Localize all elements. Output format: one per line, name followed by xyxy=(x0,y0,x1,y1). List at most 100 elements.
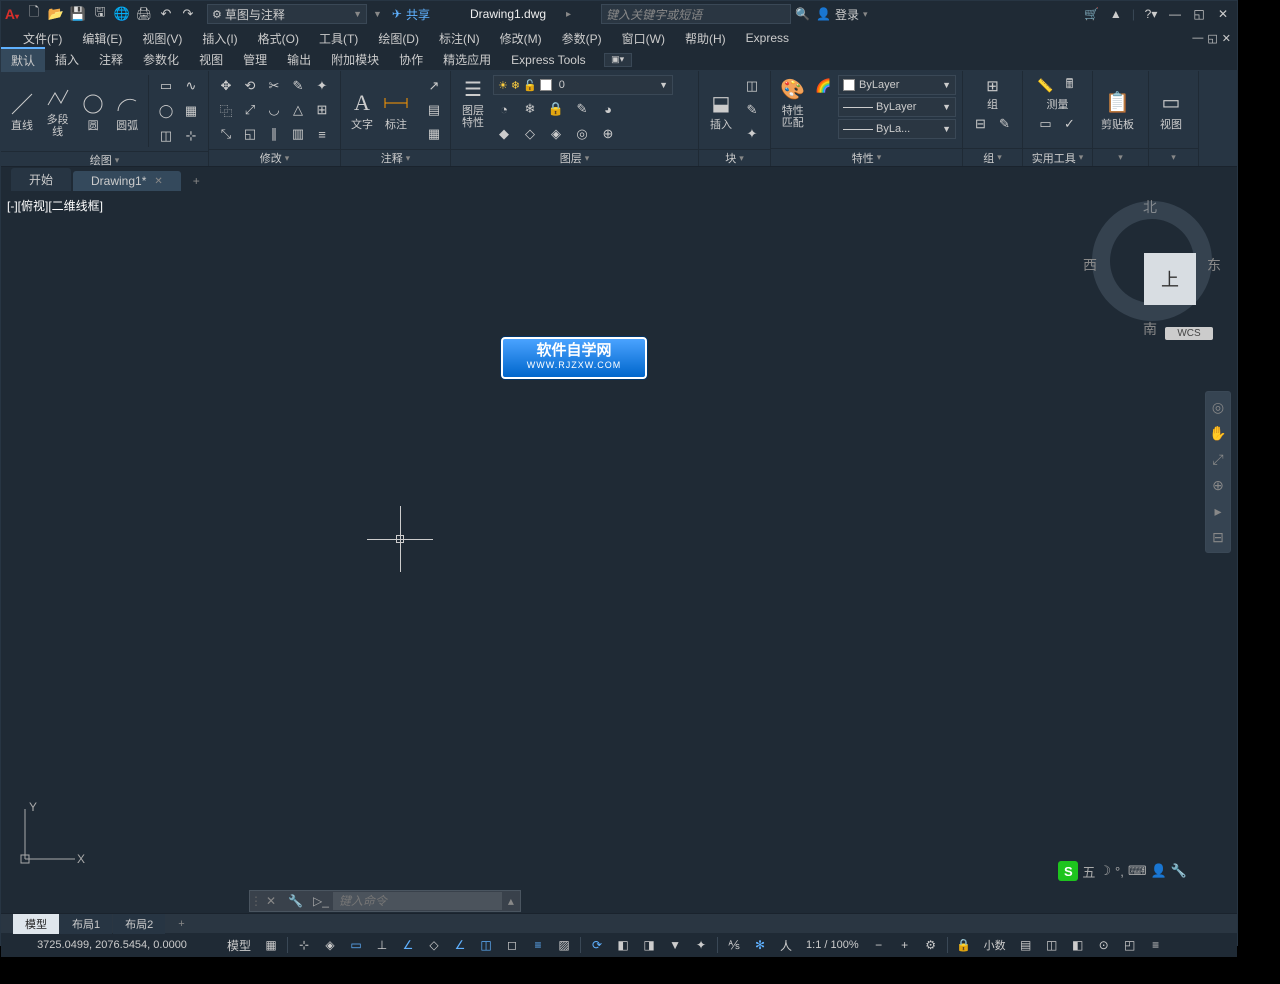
annoauto-toggle[interactable]: 人 xyxy=(776,936,796,954)
grid-icon[interactable]: ▥ xyxy=(287,123,309,145)
web-icon[interactable]: 🌐 xyxy=(113,5,131,23)
doc-minimize-icon[interactable]: — xyxy=(1192,32,1203,45)
array-icon[interactable]: ⊞ xyxy=(311,99,333,121)
steering-wheel-icon[interactable]: ◎ xyxy=(1209,398,1227,416)
menu-draw[interactable]: 绘图(D) xyxy=(368,28,429,49)
circle-button[interactable]: 圆 xyxy=(78,90,108,132)
rect-icon[interactable]: ▭ xyxy=(155,75,177,97)
zoom-icon[interactable]: ⤢ xyxy=(1209,450,1227,468)
cmd-handle-icon[interactable]: ⋮ xyxy=(250,894,260,908)
nav-more-icon[interactable]: ⊟ xyxy=(1209,528,1227,546)
customize-status-icon[interactable]: ≡ xyxy=(1146,936,1166,954)
clipboard-button[interactable]: 📋剪贴板 xyxy=(1099,89,1136,131)
dyninput-toggle[interactable]: ▭ xyxy=(346,936,366,954)
menu-tools[interactable]: 工具(T) xyxy=(309,28,368,49)
lineweight-selector[interactable]: ByLayer▼ xyxy=(838,97,956,117)
laymch-icon[interactable]: ✎ xyxy=(571,98,593,120)
layer-props-button[interactable]: ☰图层 特性 xyxy=(457,75,489,129)
lwt-toggle[interactable]: ≡ xyxy=(528,936,548,954)
menu-modify[interactable]: 修改(M) xyxy=(490,28,552,49)
workspace-selector[interactable]: ⚙草图与注释 ▼ xyxy=(207,4,367,24)
ime-keyboard-icon[interactable]: ⌨ xyxy=(1128,863,1147,879)
annoscale-toggle[interactable]: ⅍ xyxy=(724,936,744,954)
doctab-start[interactable]: 开始 xyxy=(11,168,71,191)
stretch-icon[interactable]: ⤡ xyxy=(215,123,237,145)
layout-2[interactable]: 布局2 xyxy=(113,914,165,934)
qat-dropdown-icon[interactable]: ▼ xyxy=(373,9,382,19)
plot-icon[interactable]: 🖨 xyxy=(135,5,153,23)
viewcube-face[interactable]: 上 xyxy=(1144,253,1196,305)
ribtab-addon[interactable]: 附加模块 xyxy=(321,48,389,71)
annomon-icon[interactable]: 🔒 xyxy=(954,936,974,954)
block-edit-icon[interactable]: ✎ xyxy=(741,99,763,121)
arc-button[interactable]: 圆弧 xyxy=(112,90,142,132)
iso-toggle[interactable]: ◇ xyxy=(424,936,444,954)
ortho-toggle[interactable]: ⊥ xyxy=(372,936,392,954)
dim-button[interactable]: 标注 xyxy=(381,89,411,131)
orbit-icon[interactable]: ⊕ xyxy=(1209,476,1227,494)
polyline-button[interactable]: 多段线 xyxy=(41,84,74,138)
menu-view[interactable]: 视图(V) xyxy=(132,28,192,49)
3dosnap2-toggle[interactable]: ◧ xyxy=(613,936,633,954)
showmotion-icon[interactable]: ▸ xyxy=(1209,502,1227,520)
doctab-new[interactable]: + xyxy=(183,171,210,191)
copy-icon[interactable]: ⿻ xyxy=(215,99,237,121)
ribtab-featured[interactable]: 精选应用 xyxy=(433,48,501,71)
lockui-icon[interactable]: ◫ xyxy=(1042,936,1062,954)
ribtab-param[interactable]: 参数化 xyxy=(133,48,189,71)
quickprops-icon[interactable]: ▤ xyxy=(1016,936,1036,954)
scale-icon[interactable]: ◱ xyxy=(239,123,261,145)
annoviz-toggle[interactable]: ✻ xyxy=(750,936,770,954)
infer-toggle[interactable]: ◈ xyxy=(320,936,340,954)
menu-help[interactable]: 帮助(H) xyxy=(675,28,736,49)
command-line[interactable]: ⋮ ✕ 🔧 ▷_ ▴ xyxy=(249,890,521,912)
ws-switch-icon[interactable]: ⚙ xyxy=(921,936,941,954)
block-attr-icon[interactable]: ✦ xyxy=(741,123,763,145)
menu-express[interactable]: Express xyxy=(736,29,799,47)
3dosnap-toggle[interactable]: ◻ xyxy=(502,936,522,954)
menu-insert[interactable]: 插入(I) xyxy=(192,28,247,49)
cmd-wrench-icon[interactable]: 🔧 xyxy=(282,894,309,908)
ime-settings-icon[interactable]: 🔧 xyxy=(1171,863,1187,879)
snap-toggle[interactable]: ⊹ xyxy=(294,936,314,954)
ribtab-output[interactable]: 输出 xyxy=(277,48,321,71)
undo-icon[interactable]: ↶ xyxy=(157,5,175,23)
ribbon-focus-toggle[interactable]: ▣▾ xyxy=(604,53,632,67)
layer-selector[interactable]: ☀❄🔓0 ▼ xyxy=(493,75,673,95)
saveas-icon[interactable]: 🖫 xyxy=(91,5,109,23)
erase-icon[interactable]: ✎ xyxy=(287,75,309,97)
color-wheel-icon[interactable]: 🌈 xyxy=(812,75,834,97)
point-icon[interactable]: ⊹ xyxy=(180,125,202,147)
ime-punct-icon[interactable]: °, xyxy=(1115,864,1124,879)
new-icon[interactable]: 🗋 xyxy=(25,5,43,23)
line-button[interactable]: 直线 xyxy=(7,90,37,132)
cart-icon[interactable]: 🛒 xyxy=(1084,6,1100,22)
app-logo[interactable]: A▾ xyxy=(1,6,23,22)
ime-bar[interactable]: S 五 ☽ °, ⌨ 👤 🔧 xyxy=(1058,861,1187,881)
close-icon[interactable]: ✕ xyxy=(1215,6,1231,22)
help-icon[interactable]: ?▾ xyxy=(1143,6,1159,22)
menu-file[interactable]: 文件(F) xyxy=(13,28,72,49)
open-icon[interactable]: 📂 xyxy=(47,5,65,23)
hwaccel-icon[interactable]: ⊙ xyxy=(1094,936,1114,954)
polar-toggle[interactable]: ∠ xyxy=(398,936,418,954)
osnap-toggle[interactable]: ◫ xyxy=(476,936,496,954)
minimize-icon[interactable]: — xyxy=(1167,6,1183,22)
grid-toggle[interactable]: ▦ xyxy=(261,936,281,954)
linetype-selector[interactable]: ByLa...▼ xyxy=(838,119,956,139)
text-button[interactable]: A文字 xyxy=(347,89,377,131)
coordinates[interactable]: 3725.0499, 2076.5454, 0.0000 xyxy=(7,939,217,951)
ribtab-manage[interactable]: 管理 xyxy=(233,48,277,71)
command-input[interactable] xyxy=(333,892,502,910)
layoff-icon[interactable]: ◔ xyxy=(493,98,515,120)
menu-format[interactable]: 格式(O) xyxy=(248,28,309,49)
align-icon[interactable]: ≡ xyxy=(311,123,333,145)
insert-block-button[interactable]: ⬓插入 xyxy=(705,89,737,131)
region-icon[interactable]: ◫ xyxy=(155,125,177,147)
modelspace-button[interactable]: 模型 xyxy=(223,936,255,954)
menu-edit[interactable]: 编辑(E) xyxy=(72,28,132,49)
explode-icon[interactable]: ✦ xyxy=(311,75,333,97)
search-icon[interactable]: 🔍 xyxy=(795,7,810,21)
layout-1[interactable]: 布局1 xyxy=(60,914,112,934)
ellipse-icon[interactable]: ◯ xyxy=(155,100,177,122)
